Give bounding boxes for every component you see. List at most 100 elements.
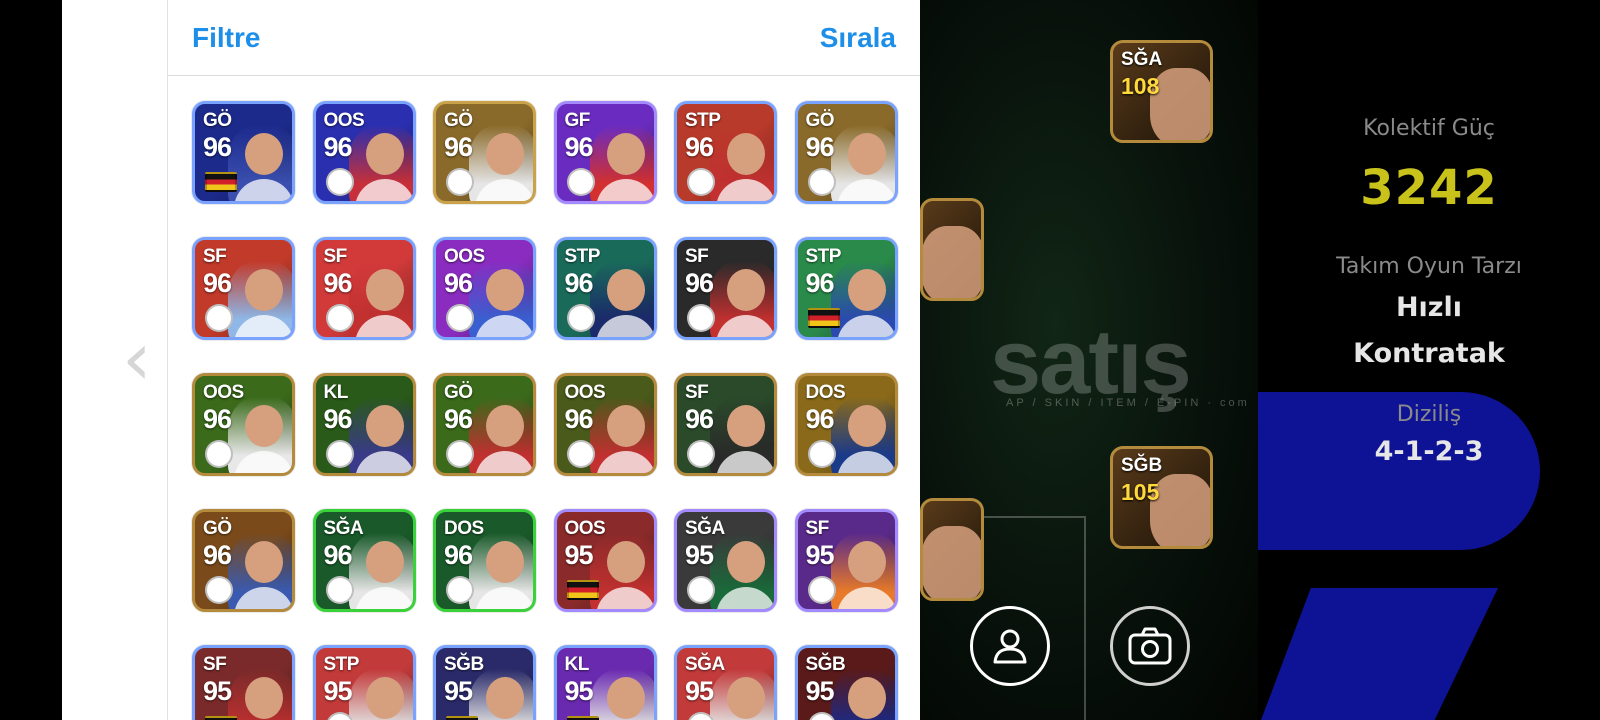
camera-icon — [1128, 627, 1172, 665]
player-portrait — [923, 526, 981, 598]
player-card[interactable]: SĞB 95 — [794, 645, 898, 720]
club-crest-icon — [566, 440, 595, 468]
player-card[interactable]: SF 96 — [192, 237, 295, 340]
player-card[interactable]: SF 96 — [674, 237, 777, 340]
player-portrait — [469, 125, 533, 201]
player-card[interactable]: SF 96 — [674, 373, 777, 476]
player-portrait — [1150, 68, 1210, 140]
club-crest-icon — [566, 304, 595, 332]
nation-flag-icon — [807, 308, 840, 328]
card-rating: 95 — [564, 540, 594, 570]
card-rating: 96 — [203, 268, 232, 298]
player-card[interactable]: KL 95 — [553, 645, 657, 720]
club-crest-icon — [205, 440, 233, 468]
player-card[interactable]: SF 95 — [794, 509, 898, 612]
player-card[interactable]: GF 96 — [553, 101, 657, 204]
player-portrait — [710, 125, 774, 201]
chevron-left-icon[interactable]: ‹ — [122, 322, 152, 396]
player-card[interactable]: SĞA 95 — [674, 645, 777, 720]
player-portrait — [589, 669, 654, 720]
card-rating: 95 — [564, 676, 594, 706]
club-crest-icon — [446, 168, 474, 196]
player-card[interactable]: STP 96 — [674, 101, 777, 204]
team-power-label: Kolektif Güç — [1363, 116, 1495, 141]
card-position: STP — [685, 110, 721, 131]
card-position: SF — [203, 246, 227, 267]
card-rating: 96 — [685, 404, 714, 434]
card-position: SF — [323, 246, 348, 267]
card-rating: 96 — [444, 404, 473, 434]
nation-flag-icon — [566, 580, 599, 600]
card-rating: 96 — [564, 268, 594, 298]
player-card[interactable]: GÖ 96 — [192, 101, 295, 204]
card-rating: 105 — [1121, 479, 1160, 505]
player-card[interactable]: GÖ 96 — [794, 101, 898, 204]
card-rating: 96 — [203, 132, 232, 162]
player-portrait — [348, 261, 413, 337]
player-card[interactable]: SĞA 96 — [312, 509, 416, 612]
filter-button[interactable]: Filtre — [192, 22, 260, 54]
card-rating: 96 — [444, 268, 473, 298]
card-position: OOS — [323, 110, 365, 131]
club-crest-icon — [807, 440, 836, 468]
sort-button[interactable]: Sırala — [820, 22, 896, 54]
player-portrait — [228, 669, 292, 720]
player-card[interactable]: OOS 96 — [192, 373, 295, 476]
nation-flag-icon — [446, 716, 478, 720]
card-position: DOS — [805, 382, 846, 403]
card-rating: 96 — [444, 540, 473, 570]
card-rating: 95 — [805, 676, 835, 706]
player-card[interactable]: STP 96 — [794, 237, 898, 340]
card-position: KL — [564, 654, 590, 675]
card-position: OOS — [564, 518, 606, 539]
player-card[interactable]: STP 96 — [553, 237, 657, 340]
player-card[interactable]: SF 95 — [192, 645, 295, 720]
card-rating: 95 — [685, 540, 714, 570]
card-position: GÖ — [444, 382, 473, 403]
player-portrait — [348, 533, 413, 609]
card-position: SF — [805, 518, 830, 539]
card-position: GF — [564, 110, 591, 131]
card-position: GÖ — [805, 110, 835, 131]
pitch-player-card[interactable] — [920, 498, 984, 601]
player-card[interactable]: KL 96 — [312, 373, 416, 476]
player-portrait — [469, 669, 533, 720]
player-portrait — [228, 397, 292, 473]
player-portrait — [589, 397, 654, 473]
card-position: OOS — [564, 382, 606, 403]
list-header: Filtre Sırala — [168, 0, 920, 76]
pitch-player-card[interactable] — [920, 198, 984, 301]
pitch-player-card[interactable]: SĞA 108 — [1110, 40, 1213, 143]
player-card[interactable]: OOS 95 — [553, 509, 657, 612]
player-card[interactable]: SF 96 — [312, 237, 416, 340]
player-card[interactable]: DOS 96 — [433, 509, 536, 612]
player-card[interactable]: GÖ 96 — [433, 101, 536, 204]
card-position: SF — [685, 246, 709, 267]
card-rating: 96 — [805, 132, 835, 162]
player-card[interactable]: SĞB 95 — [433, 645, 536, 720]
player-portrait — [469, 533, 533, 609]
club-crest-icon — [325, 440, 354, 468]
player-card[interactable]: GÖ 96 — [433, 373, 536, 476]
card-position: STP — [564, 246, 601, 267]
player-profile-button[interactable] — [970, 606, 1050, 686]
player-portrait — [710, 397, 774, 473]
player-card[interactable]: DOS 96 — [794, 373, 898, 476]
play-style-label: Takım Oyun Tarzı — [1336, 254, 1522, 279]
pitch-player-card[interactable]: SĞB 105 — [1110, 446, 1213, 549]
player-card[interactable]: OOS 96 — [433, 237, 536, 340]
player-card[interactable]: STP 95 — [312, 645, 416, 720]
card-position: GÖ — [203, 518, 232, 539]
card-rating: 96 — [323, 540, 353, 570]
card-position: SF — [685, 382, 709, 403]
card-rating: 95 — [685, 676, 714, 706]
player-card[interactable]: SĞA 95 — [674, 509, 777, 612]
club-crest-icon — [325, 168, 354, 196]
player-card[interactable]: OOS 96 — [312, 101, 416, 204]
player-card[interactable]: OOS 96 — [553, 373, 657, 476]
card-rating: 108 — [1121, 73, 1160, 99]
screenshot-button[interactable] — [1110, 606, 1190, 686]
card-position: SĞB — [1121, 455, 1163, 476]
player-card[interactable]: GÖ 96 — [192, 509, 295, 612]
card-rating: 95 — [444, 676, 473, 706]
